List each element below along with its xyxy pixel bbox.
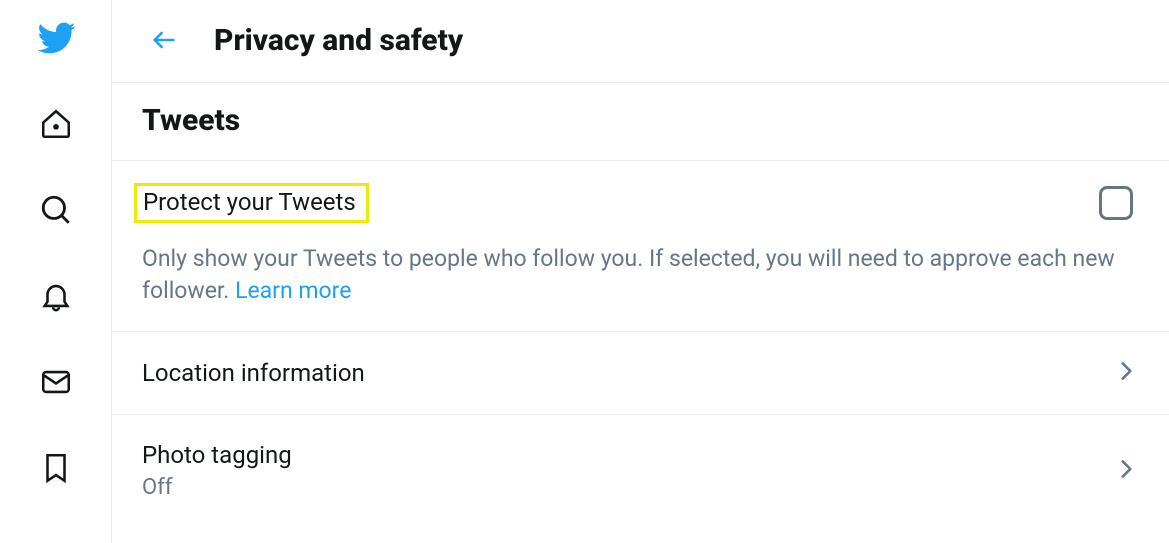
location-text: Location information (142, 359, 365, 387)
section-title: Tweets (142, 103, 1139, 138)
arrow-left-icon (150, 26, 178, 54)
protect-tweets-checkbox[interactable] (1099, 186, 1133, 220)
chevron-right-icon (1113, 456, 1139, 486)
learn-more-link[interactable]: Learn more (235, 277, 351, 304)
messages-icon[interactable] (36, 362, 76, 402)
sidebar (0, 0, 112, 543)
photo-tagging-title: Photo tagging (142, 441, 292, 469)
protect-tweets-row: Protect your Tweets (142, 183, 1139, 223)
page-title: Privacy and safety (214, 23, 463, 58)
notifications-icon[interactable] (36, 276, 76, 316)
main-content: Privacy and safety Tweets Protect your T… (112, 0, 1169, 543)
back-button[interactable] (142, 18, 186, 62)
location-title: Location information (142, 359, 365, 387)
twitter-logo-icon[interactable] (36, 18, 76, 58)
photo-tagging-text: Photo tagging Off (142, 441, 292, 500)
chevron-right-icon (1113, 358, 1139, 388)
protect-tweets-description: Only show your Tweets to people who foll… (142, 243, 1132, 307)
bookmarks-icon[interactable] (36, 448, 76, 488)
photo-tagging-row[interactable]: Photo tagging Off (112, 415, 1169, 526)
search-icon[interactable] (36, 190, 76, 230)
app-root: Privacy and safety Tweets Protect your T… (0, 0, 1169, 543)
home-icon[interactable] (36, 104, 76, 144)
page-header: Privacy and safety (112, 0, 1169, 83)
protect-tweets-setting: Protect your Tweets Only show your Tweet… (112, 161, 1169, 332)
location-information-row[interactable]: Location information (112, 332, 1169, 415)
photo-tagging-value: Off (142, 475, 292, 500)
protect-tweets-label: Protect your Tweets (134, 183, 369, 223)
section-header: Tweets (112, 83, 1169, 161)
